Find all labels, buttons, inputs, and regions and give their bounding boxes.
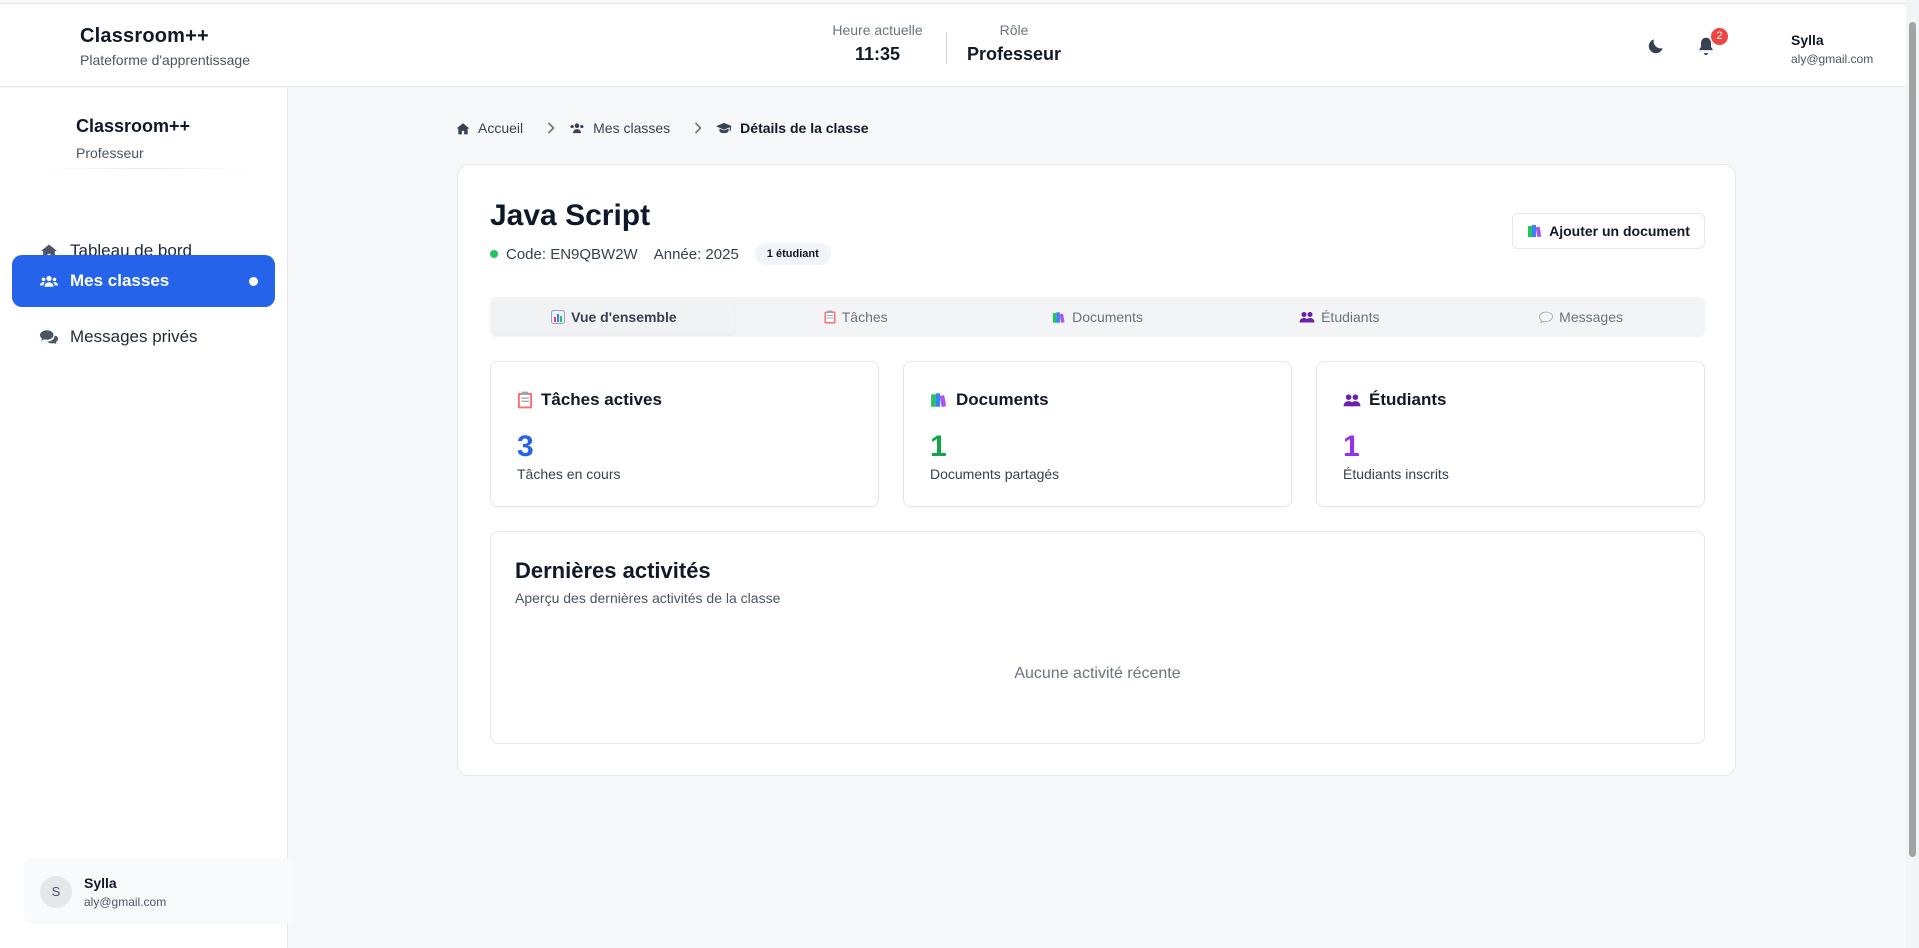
stat-title-label: Étudiants: [1369, 390, 1447, 409]
header-divider: [946, 32, 947, 64]
header-user-email: aly@gmail.com: [1791, 52, 1874, 66]
speech-bubble-icon: [1539, 311, 1554, 323]
people-icon: [1343, 394, 1361, 407]
breadcrumb-classes[interactable]: Mes classes: [569, 120, 670, 136]
page-scrollbar[interactable]: [1906, 0, 1919, 948]
chevron-right-icon: [694, 122, 702, 134]
add-document-label: Ajouter un document: [1549, 223, 1690, 239]
header-brand[interactable]: Classroom++ Plateforme d'apprentissage: [80, 25, 250, 68]
stat-title: Documents: [930, 390, 1049, 410]
scrollbar-thumb[interactable]: [1909, 22, 1916, 857]
header-user-menu[interactable]: Sylla aly@gmail.com: [1791, 32, 1873, 66]
avatar: S: [40, 876, 72, 908]
stat-title-label: Documents: [956, 390, 1049, 409]
sidebar-item-label: Mes classes: [70, 271, 170, 290]
stat-title: Tâches actives: [517, 390, 662, 410]
stat-value: 1: [1343, 430, 1360, 463]
tab-documents[interactable]: Documents: [977, 300, 1219, 334]
stat-title: Étudiants: [1343, 390, 1446, 410]
breadcrumb-home-label: Accueil: [478, 120, 524, 136]
breadcrumb-current-label: Détails de la classe: [740, 120, 869, 136]
student-count-badge: 1 étudiant: [754, 243, 831, 265]
people-icon: [1299, 312, 1315, 323]
stat-caption: Tâches en cours: [517, 466, 621, 482]
tab-label: Étudiants: [1321, 309, 1380, 325]
class-year: Année: 2025: [653, 245, 739, 263]
books-icon: [1052, 311, 1065, 323]
activity-title: Dernières activités: [515, 558, 711, 583]
sidebar-user-card[interactable]: S Sylla aly@gmail.com: [24, 858, 294, 924]
stat-value: 1: [930, 430, 947, 463]
notification-count-badge: 2: [1711, 28, 1728, 45]
books-icon: [931, 393, 947, 407]
status-dot: [490, 250, 498, 258]
breadcrumb-current: Détails de la classe: [716, 120, 869, 136]
sidebar-role: Professeur: [76, 145, 144, 161]
sidebar-divider: [36, 168, 256, 169]
tab-label: Vue d'ensemble: [571, 309, 677, 325]
sidebar-item-classes[interactable]: Mes classes: [12, 255, 275, 307]
class-title: Java Script: [490, 199, 651, 232]
sidebar-app-name: Classroom++: [76, 116, 191, 136]
time-value: 11:35: [854, 44, 901, 64]
stat-card-tasks: Tâches actives 3 Tâches en cours: [490, 361, 879, 507]
stat-title-label: Tâches actives: [541, 390, 662, 409]
stat-value: 3: [517, 430, 534, 463]
app-name: Classroom++: [80, 25, 209, 47]
tab-messages[interactable]: Messages: [1460, 300, 1702, 334]
clipboard-icon: [824, 310, 836, 324]
tab-students[interactable]: Étudiants: [1218, 300, 1460, 334]
chevron-right-icon: [547, 122, 555, 134]
recent-activity-panel: Dernières activités Aperçu des dernières…: [490, 531, 1705, 744]
role-value: Professeur: [966, 44, 1062, 64]
tab-label: Documents: [1072, 309, 1143, 325]
add-document-button[interactable]: Ajouter un document: [1512, 213, 1705, 249]
header-user-name: Sylla: [1791, 32, 1824, 48]
stat-card-documents: Documents 1 Documents partagés: [903, 361, 1292, 507]
role-label: Rôle: [999, 22, 1029, 38]
sidebar: Classroom++ Professeur Tableau de bord M…: [0, 88, 294, 948]
tab-label: Messages: [1559, 309, 1623, 325]
breadcrumb: Accueil Mes classes Détails de la classe: [456, 120, 869, 136]
bar-chart-icon: [551, 310, 566, 324]
stat-card-students: Étudiants 1 Étudiants inscrits: [1316, 361, 1705, 507]
tab-overview[interactable]: Vue d'ensemble: [493, 300, 735, 334]
sidebar-user-name: Sylla: [84, 875, 117, 891]
app-tagline: Plateforme d'apprentissage: [80, 52, 250, 68]
sidebar-item-messages[interactable]: Messages privés: [12, 311, 275, 363]
graduation-cap-icon: [716, 122, 733, 134]
class-tabs: Vue d'ensemble Tâches Documents Étudiant…: [490, 297, 1705, 337]
users-icon: [40, 272, 58, 290]
sidebar-user-email: aly@gmail.com: [84, 895, 167, 909]
time-label: Heure actuelle: [832, 22, 923, 38]
tab-tasks[interactable]: Tâches: [735, 300, 977, 334]
clipboard-icon: [517, 391, 533, 409]
stat-caption: Étudiants inscrits: [1343, 466, 1449, 482]
activity-empty-state: Aucune activité récente: [1014, 665, 1181, 682]
dark-mode-toggle-icon[interactable]: [1646, 36, 1668, 58]
sidebar-brand: Classroom++ Professeur: [76, 116, 190, 161]
user-role: Rôle Professeur: [960, 22, 1068, 65]
breadcrumb-home[interactable]: Accueil: [456, 120, 523, 136]
users-icon: [570, 123, 584, 134]
sidebar-item-label: Messages privés: [70, 327, 198, 346]
breadcrumb-classes-label: Mes classes: [593, 120, 671, 136]
books-icon: [1528, 225, 1542, 238]
comments-icon: [40, 328, 58, 346]
current-time: Heure actuelle 11:35: [820, 22, 935, 65]
tab-label: Tâches: [841, 309, 888, 325]
home-icon: [456, 122, 470, 134]
stat-caption: Documents partagés: [930, 466, 1060, 482]
top-header: Classroom++ Plateforme d'apprentissage H…: [0, 3, 1906, 87]
class-meta: Code: EN9QBW2W Année: 2025 1 étudiant: [490, 243, 831, 265]
class-code: Code: EN9QBW2W: [506, 245, 638, 263]
activity-subtitle: Aperçu des dernières activités de la cla…: [515, 590, 781, 606]
class-details-card: Java Script Code: EN9QBW2W Année: 2025 1…: [457, 164, 1736, 776]
active-indicator-dot: [249, 277, 258, 286]
